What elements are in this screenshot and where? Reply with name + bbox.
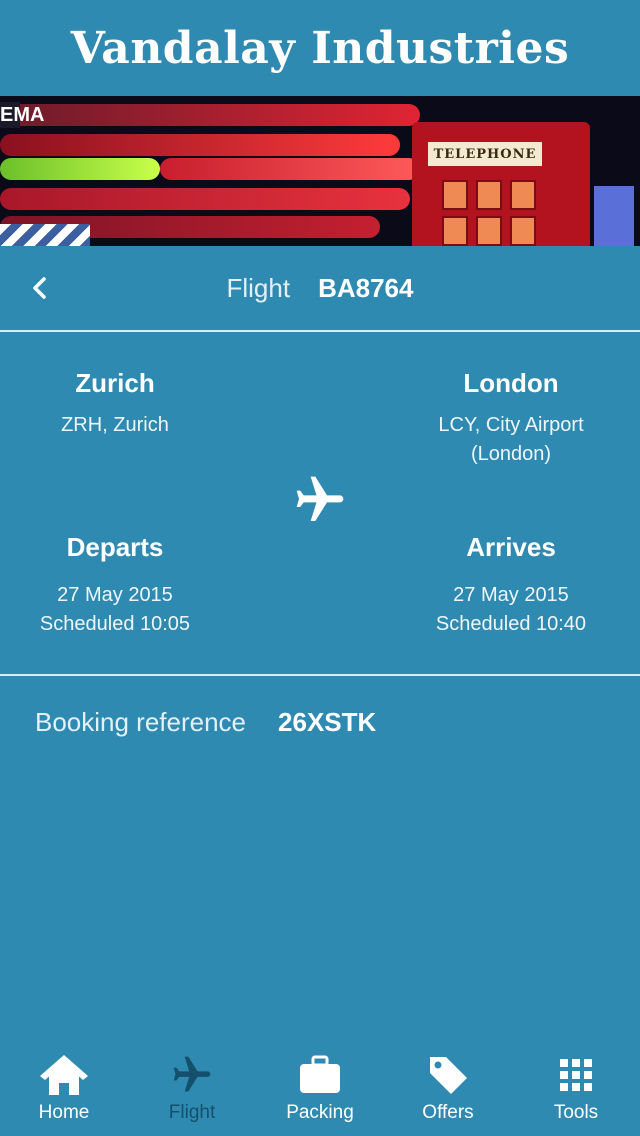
suitcase-icon	[294, 1052, 346, 1098]
tag-icon	[422, 1052, 474, 1098]
flight-code: BA8764	[318, 272, 414, 303]
flight-subheader: Flight BA8764	[0, 246, 640, 332]
home-icon	[38, 1052, 90, 1098]
arrives-time: 27 May 2015 Scheduled 10:40	[435, 584, 587, 635]
plane-icon	[296, 476, 344, 521]
flight-label: Flight	[226, 272, 291, 303]
tab-bar: Home Flight Packing Offers Tools	[0, 1040, 640, 1136]
flight-details: Zurich ZRH, Zurich London LCY, City Airp…	[0, 332, 640, 676]
tab-flight[interactable]: Flight	[128, 1040, 256, 1136]
arrives-label: Arrives	[466, 532, 556, 562]
origin-city: Zurich	[75, 368, 155, 398]
back-chevron-icon[interactable]	[28, 276, 52, 300]
app-header: Vandalay Industries	[0, 0, 640, 96]
banner-image: EMA TELEPHONE	[0, 96, 640, 246]
destination-airport: LCY, City Airport (London)	[438, 414, 584, 465]
departs-label: Departs	[66, 532, 164, 562]
tab-tools[interactable]: Tools	[512, 1040, 640, 1136]
departs-block: Departs 27 May 2015 Scheduled 10:05	[0, 532, 230, 639]
tab-offers[interactable]: Offers	[384, 1040, 512, 1136]
telephone-booth: TELEPHONE	[412, 122, 590, 246]
app-title: Vandalay Industries	[70, 22, 570, 74]
destination-city: London	[463, 368, 559, 398]
grid-icon	[550, 1052, 602, 1098]
booking-label: Booking reference	[35, 706, 247, 737]
tab-home[interactable]: Home	[0, 1040, 128, 1136]
booking-reference: Booking reference 26XSTK	[0, 676, 640, 768]
destination-block: London LCY, City Airport (London)	[396, 368, 626, 469]
banner-letters: EMA	[0, 102, 44, 128]
departs-time: 27 May 2015 Scheduled 10:05	[39, 584, 191, 635]
tab-packing[interactable]: Packing	[256, 1040, 384, 1136]
arrives-block: Arrives 27 May 2015 Scheduled 10:40	[396, 532, 626, 639]
booth-sign: TELEPHONE	[428, 142, 542, 166]
origin-block: Zurich ZRH, Zurich	[0, 368, 230, 440]
plane-icon	[166, 1052, 218, 1098]
booking-code: 26XSTK	[278, 706, 377, 737]
origin-airport: ZRH, Zurich	[61, 414, 169, 436]
